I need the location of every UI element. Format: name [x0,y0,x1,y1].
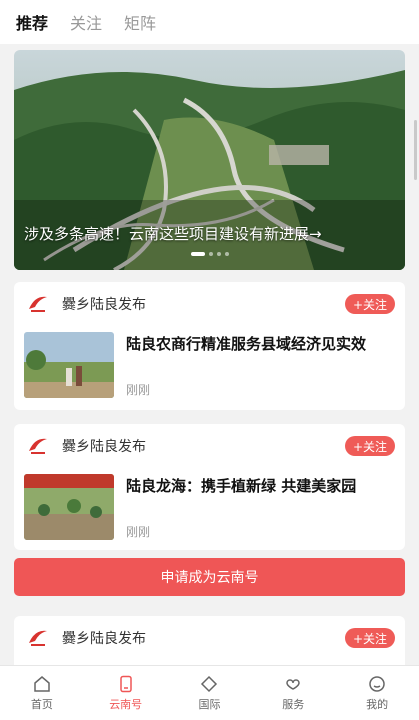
account-name[interactable]: 爨乡陆良发布 [62,628,345,648]
tab-label: 云南号 [109,697,143,711]
article-thumbnail[interactable] [24,474,114,540]
tab-international[interactable]: 国际 [168,666,252,720]
apply-button[interactable]: 申请成为云南号 [14,558,405,596]
tab-yunnanhao[interactable]: 云南号 [84,666,168,720]
tab-label: 国际 [198,697,221,711]
tab-recommend[interactable]: 推荐 [16,10,48,34]
account-name[interactable]: 爨乡陆良发布 [62,436,345,456]
news-card[interactable]: 爨乡陆良发布 +关注 陆良龙海：携手植新绿 共建美家园 刚刚 [14,424,405,550]
article-time: 刚刚 [126,525,151,539]
article-time: 刚刚 [126,383,151,397]
heart-hand-icon [286,678,301,690]
account-logo-icon[interactable] [24,432,52,460]
account-name[interactable]: 爨乡陆良发布 [62,294,345,314]
follow-button[interactable]: +关注 [344,628,395,648]
article-title[interactable]: 陆良农商行精准服务县域经济见实效 [126,334,366,354]
phone-icon [119,675,132,692]
top-nav: 推荐 关注 矩阵 [0,0,419,44]
article-title[interactable]: 陆良龙海：携手植新绿 共建美家园 [126,476,356,496]
diamond-icon [201,675,218,692]
follow-button[interactable]: +关注 [344,436,395,456]
follow-button[interactable]: +关注 [344,294,395,314]
account-logo-icon[interactable] [24,624,52,652]
tab-matrix[interactable]: 矩阵 [124,10,156,34]
tab-label: 服务 [282,697,305,711]
face-icon [369,675,385,692]
carousel-dot[interactable] [208,252,213,256]
scrollbar[interactable] [414,120,417,180]
home-icon [34,675,50,692]
hero-caption: 涉及多条高速！云南这些项目建设有新进展→ [24,225,322,243]
carousel-dot[interactable] [190,252,205,256]
tab-label: 首页 [30,697,53,711]
tab-follow[interactable]: 关注 [70,10,102,34]
article-thumbnail[interactable] [24,332,114,398]
tab-service[interactable]: 服务 [251,666,335,720]
carousel-dot[interactable] [224,252,229,256]
account-logo-icon[interactable] [24,290,52,318]
carousel-dots [14,252,405,256]
hero-banner[interactable]: 涉及多条高速！云南这些项目建设有新进展→ [14,50,405,270]
news-card[interactable]: 爨乡陆良发布 +关注 陆良农商行精准服务县域经济见实效 刚刚 [14,282,405,410]
tab-mine[interactable]: 我的 [335,666,419,720]
tab-label: 我的 [366,697,389,711]
carousel-dot[interactable] [216,252,221,256]
bottom-tab-bar: 首页 云南号 国际 服务 我的 [0,665,419,720]
tab-home[interactable]: 首页 [0,666,84,720]
